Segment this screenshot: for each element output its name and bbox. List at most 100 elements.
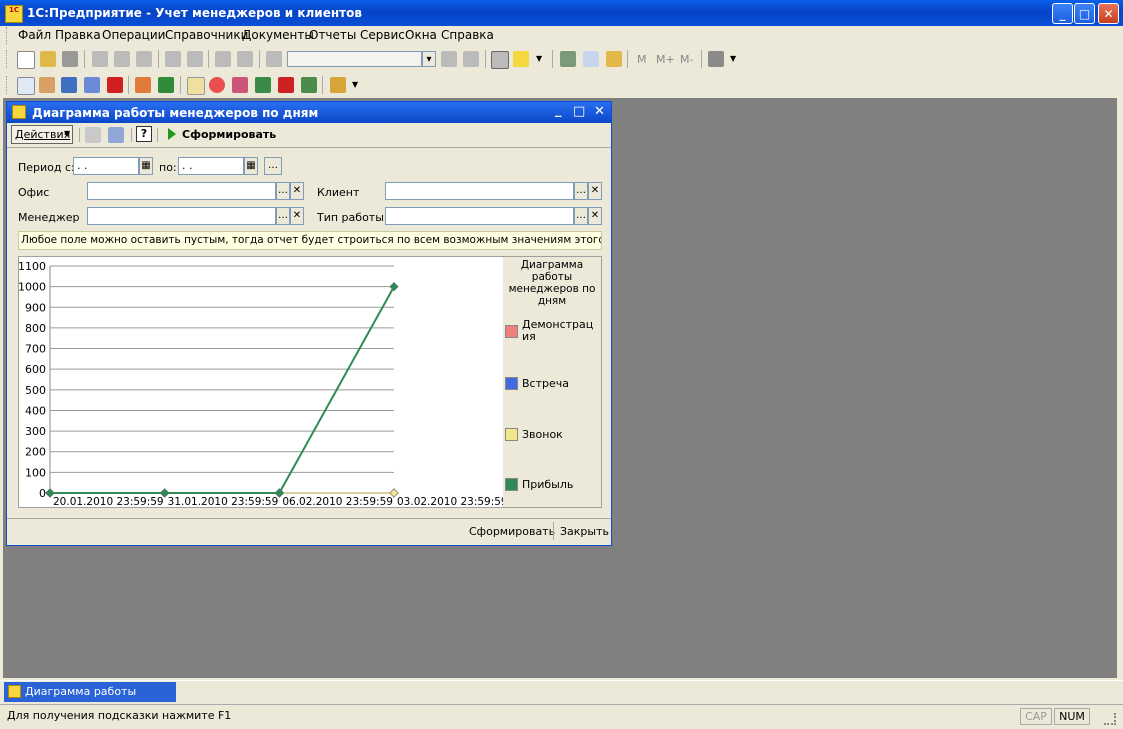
- menu-help[interactable]: Справка: [441, 28, 494, 42]
- settings-dropdown-icon[interactable]: ▼: [352, 80, 358, 89]
- client-select-button[interactable]: …: [574, 182, 588, 200]
- period-select-button[interactable]: …: [264, 157, 282, 175]
- child-maximize-button[interactable]: □: [573, 104, 585, 119]
- copy-icon[interactable]: [114, 51, 130, 67]
- y-tick-label: 400: [25, 404, 46, 417]
- find-next-icon[interactable]: [463, 51, 479, 67]
- child-close-button[interactable]: ✕: [594, 104, 605, 119]
- child-minimize-button[interactable]: _: [555, 103, 562, 118]
- app-logo-text: 1С: [8, 6, 19, 14]
- card-icon[interactable]: [84, 77, 100, 93]
- notes-icon[interactable]: [606, 51, 622, 67]
- work-type-label: Тип работы: [317, 211, 384, 224]
- calendar-icon[interactable]: [583, 51, 599, 67]
- help-question-icon[interactable]: ?: [136, 126, 152, 142]
- menu-edit[interactable]: Правка: [55, 28, 101, 42]
- manager-select-button[interactable]: …: [276, 207, 290, 225]
- redo-icon[interactable]: [237, 51, 253, 67]
- menu-service[interactable]: Сервис: [360, 28, 405, 42]
- menu-bar: Файл Правка Операции Справочники Докумен…: [0, 26, 1123, 45]
- preview-icon[interactable]: [187, 51, 203, 67]
- search-combo[interactable]: [287, 51, 422, 67]
- calendar-to-icon[interactable]: ▦: [244, 157, 258, 175]
- undo-icon[interactable]: [215, 51, 231, 67]
- minimize-button[interactable]: _: [1052, 3, 1073, 24]
- menu-catalogs[interactable]: Справочники: [165, 28, 248, 42]
- footer-separator: [553, 522, 554, 540]
- menu-operations[interactable]: Операции: [102, 28, 165, 42]
- app-title: 1С:Предприятие - Учет менеджеров и клиен…: [27, 6, 362, 20]
- legend-swatch-demo: [505, 325, 518, 338]
- open-icon[interactable]: [40, 51, 56, 67]
- catalog-icon[interactable]: [17, 77, 35, 95]
- office-field[interactable]: [87, 182, 276, 200]
- memory-add-button[interactable]: M+: [656, 53, 675, 66]
- check-icon[interactable]: [301, 77, 317, 93]
- caps-lock-indicator: CAP: [1020, 708, 1052, 725]
- generate-toolbar-button[interactable]: Сформировать: [182, 128, 276, 141]
- managers-icon[interactable]: [61, 77, 77, 93]
- menu-windows[interactable]: Окна: [405, 28, 437, 42]
- y-tick-label: 100: [25, 466, 46, 479]
- manager-clear-button[interactable]: ✕: [290, 207, 304, 225]
- tools-icon[interactable]: [708, 51, 724, 67]
- document-icon[interactable]: [158, 77, 174, 93]
- find-icon[interactable]: [266, 51, 282, 67]
- new-document-icon[interactable]: [17, 51, 35, 69]
- pie-chart-icon[interactable]: [209, 77, 225, 93]
- play-icon[interactable]: [168, 128, 176, 140]
- toolbar-separator: [701, 50, 702, 68]
- report-icon[interactable]: [232, 77, 248, 93]
- table-icon[interactable]: [187, 77, 205, 95]
- footer-close-button[interactable]: Закрыть: [560, 525, 609, 538]
- close-button[interactable]: ✕: [1098, 3, 1119, 24]
- period-from-field[interactable]: . .: [73, 157, 139, 175]
- manager-field[interactable]: [87, 207, 276, 225]
- menu-file[interactable]: Файл: [18, 28, 51, 42]
- help-icon[interactable]: [513, 51, 529, 67]
- taskbar-report-button[interactable]: Диаграмма работы менед...: [4, 682, 176, 718]
- office-select-button[interactable]: …: [276, 182, 290, 200]
- client-clear-button[interactable]: ✕: [588, 182, 602, 200]
- memory-store-button[interactable]: M: [637, 53, 647, 66]
- num-lock-indicator: NUM: [1054, 708, 1090, 725]
- bookmark-icon[interactable]: [107, 77, 123, 93]
- copy-report-icon[interactable]: [85, 127, 101, 143]
- menu-documents[interactable]: Документы: [242, 28, 314, 42]
- export-icon[interactable]: [108, 127, 124, 143]
- tools-dropdown-icon[interactable]: ▼: [730, 54, 736, 63]
- print-icon[interactable]: [165, 51, 181, 67]
- office-clear-button[interactable]: ✕: [290, 182, 304, 200]
- maximize-button[interactable]: □: [1074, 3, 1095, 24]
- toolbar-separator: [259, 50, 260, 68]
- transfer-icon[interactable]: [255, 77, 271, 93]
- calendar-from-icon[interactable]: ▦: [139, 157, 153, 175]
- handshake-icon[interactable]: [135, 77, 151, 93]
- work-type-clear-button[interactable]: ✕: [588, 207, 602, 225]
- paste-icon[interactable]: [136, 51, 152, 67]
- toolbar-separator: [208, 50, 209, 68]
- menu-reports[interactable]: Отчеты: [309, 28, 356, 42]
- calculator-icon[interactable]: [560, 51, 576, 67]
- cut-icon[interactable]: [92, 51, 108, 67]
- footer-generate-button[interactable]: Сформировать: [469, 525, 555, 538]
- y-tick-label: 1100: [19, 260, 46, 273]
- work-type-field[interactable]: [385, 207, 574, 225]
- client-field[interactable]: [385, 182, 574, 200]
- find-prev-icon[interactable]: [441, 51, 457, 67]
- toolbar-grip: [6, 76, 10, 94]
- windows-icon[interactable]: [491, 51, 509, 69]
- help-dropdown-icon[interactable]: ▼: [536, 54, 542, 63]
- actions-menu-button[interactable]: Действия ▼: [11, 125, 73, 144]
- memory-subtract-button[interactable]: M-: [680, 53, 693, 66]
- flag-icon[interactable]: [278, 77, 294, 93]
- settings-icon[interactable]: [330, 77, 346, 93]
- search-combo-dropdown[interactable]: ▾: [422, 51, 436, 67]
- save-icon[interactable]: [62, 51, 78, 67]
- chart-legend: Диаграмма работы менеджеров по дням Демо…: [503, 257, 601, 507]
- work-type-select-button[interactable]: …: [574, 207, 588, 225]
- user-icon[interactable]: [39, 77, 55, 93]
- resize-grip-icon[interactable]: [1104, 713, 1116, 725]
- period-to-field[interactable]: . .: [178, 157, 244, 175]
- toolbar-separator: [128, 76, 129, 94]
